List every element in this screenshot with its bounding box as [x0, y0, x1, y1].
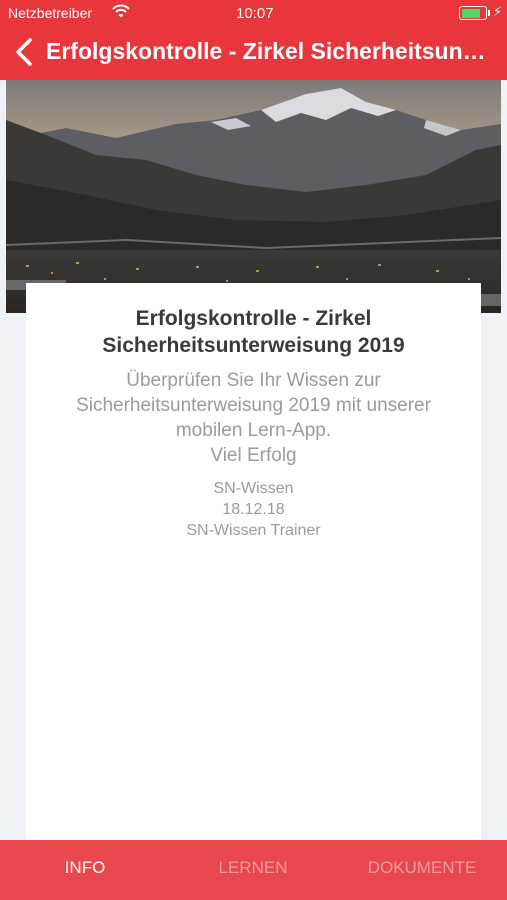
course-meta: SN-Wissen 18.12.18 SN-Wissen Trainer — [26, 478, 481, 541]
hero-image — [6, 80, 501, 313]
back-chevron-icon[interactable] — [10, 36, 38, 68]
course-date: 18.12.18 — [222, 501, 285, 518]
course-trainer: SN-Wissen Trainer — [186, 522, 321, 539]
battery-icon — [459, 6, 487, 20]
status-bar: Netzbetreiber 10:07 ⚡ — [0, 0, 507, 26]
app-header: Netzbetreiber 10:07 ⚡ Erfolgskontrolle -… — [0, 0, 507, 80]
tab-bar: INFO LERNEN DOKUMENTE — [0, 840, 507, 900]
course-title-line: Sicherheitsunterweisung 2019 — [102, 334, 405, 357]
course-title-line: Erfolgskontrolle - Zirkel — [135, 307, 372, 330]
wifi-icon — [112, 4, 130, 22]
status-time: 10:07 — [236, 5, 274, 22]
navigation-bar: Erfolgskontrolle - Zirkel Sicherheitsunt… — [0, 26, 507, 80]
battery-tip — [488, 10, 490, 16]
page-title: Erfolgskontrolle - Zirkel Sicherheitsunt… — [46, 38, 491, 64]
course-description: Überprüfen Sie Ihr Wissen zur Sicherheit… — [44, 368, 463, 468]
course-author: SN-Wissen — [213, 480, 294, 497]
description-line: Überprüfen Sie Ihr Wissen zur — [126, 370, 381, 391]
course-title: Erfolgskontrolle - Zirkel Sicherheitsunt… — [46, 305, 461, 359]
tab-info[interactable]: INFO — [20, 858, 150, 878]
carrier-name: Netzbetreiber — [8, 5, 93, 21]
battery-level — [461, 8, 481, 18]
description-line: mobilen Lern-App. — [175, 420, 332, 441]
course-info-card: Erfolgskontrolle - Zirkel Sicherheitsunt… — [26, 283, 481, 840]
charging-bolt-icon: ⚡ — [493, 4, 503, 19]
tab-dokumente[interactable]: DOKUMENTE — [352, 858, 492, 878]
description-line: Sicherheitsunterweisung 2019 mit unserer — [76, 395, 431, 416]
tab-lernen[interactable]: LERNEN — [188, 858, 318, 878]
description-line: Viel Erfolg — [210, 445, 297, 466]
